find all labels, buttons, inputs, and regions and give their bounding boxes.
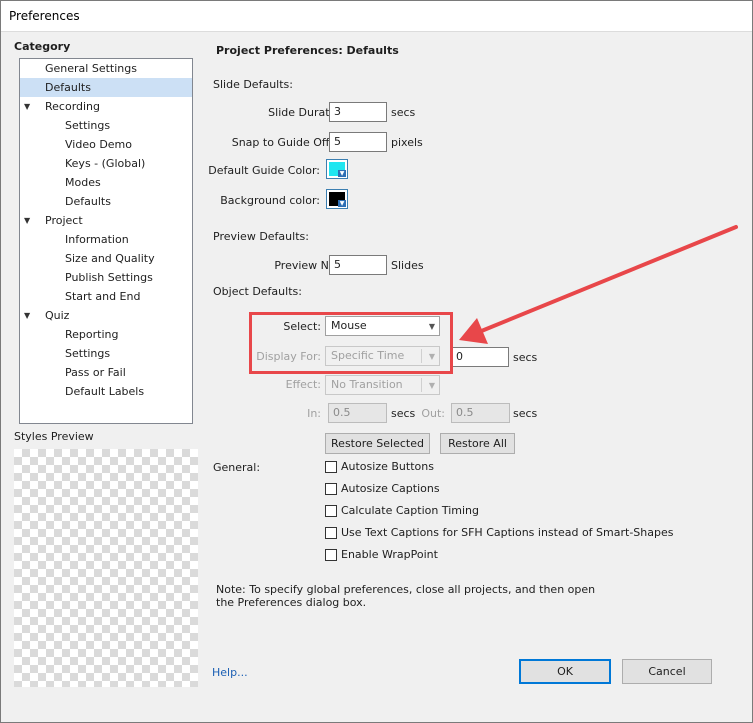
arrow-shaft [477,225,738,334]
preferences-dialog: Preferences Category General Settings Def… [0,0,753,723]
annotation-arrow [459,225,738,344]
